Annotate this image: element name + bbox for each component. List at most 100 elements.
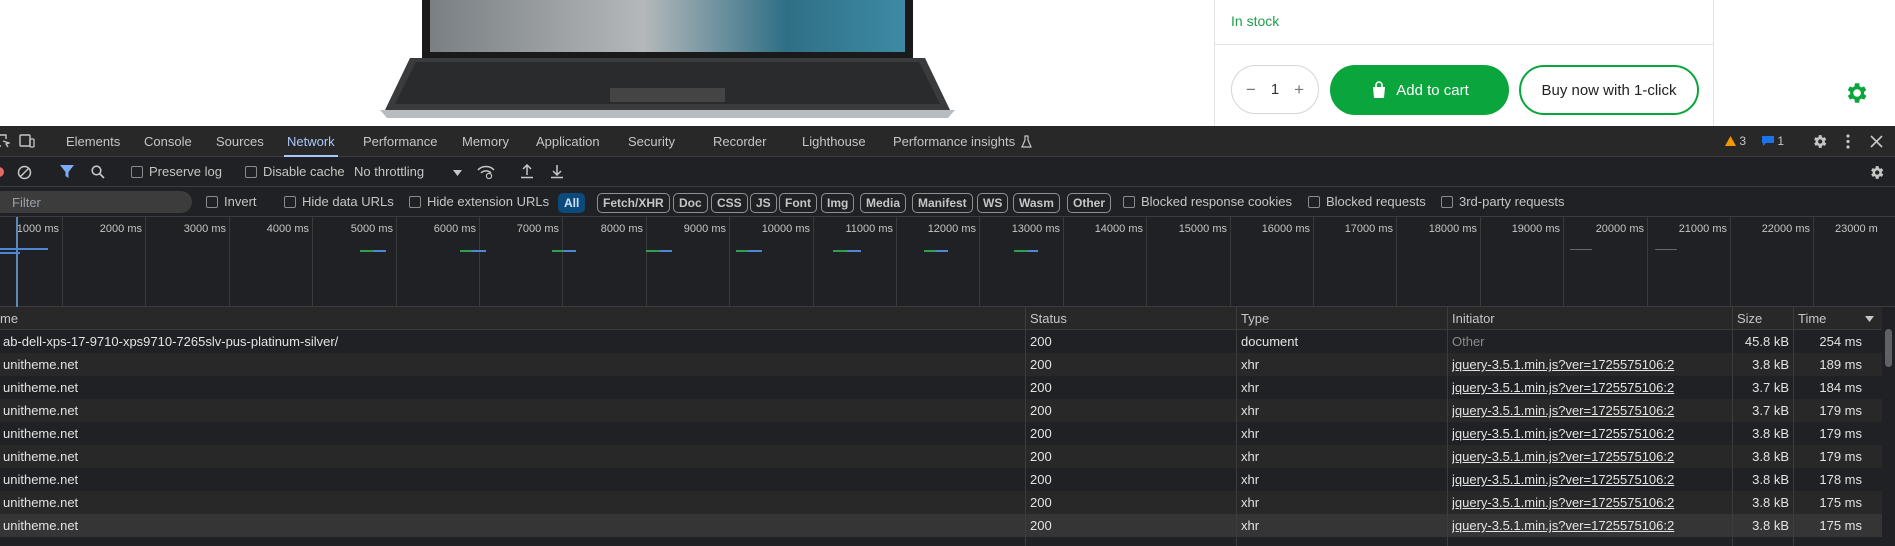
scrollbar-thumb[interactable] <box>1885 329 1892 367</box>
cell-size: 3.8 kB <box>1752 449 1789 464</box>
hide-data-urls-checkbox[interactable] <box>284 196 296 208</box>
table-row[interactable]: unitheme.net 200 xhr jquery-3.5.1.min.js?ve… <box>0 353 1895 376</box>
chip-js[interactable]: JS <box>750 193 777 213</box>
cell-initiator[interactable]: jquery-3.5.1.min.js?ver=1725575106:2 <box>1452 403 1727 418</box>
third-party-checkbox[interactable] <box>1441 196 1453 208</box>
inspect-element-icon[interactable] <box>0 134 10 148</box>
table-row[interactable]: unitheme.net 200 xhr jquery-3.5.1.min.js?ve… <box>0 399 1895 422</box>
cell-type: xhr <box>1241 357 1260 372</box>
gear-icon[interactable] <box>1843 80 1869 106</box>
device-toolbar-icon[interactable] <box>19 134 35 149</box>
cell-initiator[interactable]: jquery-3.5.1.min.js?ver=1725575106:2 <box>1452 449 1727 464</box>
chip-all[interactable]: All <box>558 193 586 213</box>
table-row[interactable]: unitheme.net 200 xhr jquery-3.5.1.min.js?ve… <box>0 376 1895 399</box>
col-status[interactable]: Status <box>1030 311 1067 326</box>
col-type[interactable]: Type <box>1241 311 1269 326</box>
network-overview[interactable]: 1000 ms 2000 ms 3000 ms 4000 ms 5000 ms 6000 … <box>0 217 1895 307</box>
settings-gear-icon[interactable] <box>1811 133 1828 150</box>
table-row[interactable]: unitheme.net 200 xhr jquery-3.5.1.min.js?ve… <box>0 422 1895 445</box>
cell-initiator[interactable]: jquery-3.5.1.min.js?ver=1725575106:2 <box>1452 472 1727 487</box>
cell-initiator[interactable]: jquery-3.5.1.min.js?ver=1725575106:2 <box>1452 357 1727 372</box>
table-scrollbar[interactable] <box>1882 307 1895 546</box>
col-name[interactable]: me <box>0 311 18 326</box>
tab-application[interactable]: Application <box>536 126 600 157</box>
col-time[interactable]: Time <box>1798 311 1826 326</box>
chip-doc[interactable]: Doc <box>673 193 708 213</box>
warnings-badge[interactable]: 3 <box>1725 134 1746 148</box>
tab-recorder[interactable]: Recorder <box>713 126 766 157</box>
filter-input[interactable] <box>0 191 192 213</box>
tab-performance[interactable]: Performance <box>363 126 437 157</box>
cell-type: xhr <box>1241 495 1260 510</box>
chip-ws[interactable]: WS <box>977 193 1009 213</box>
column-divider[interactable] <box>1447 307 1448 546</box>
import-har-icon[interactable] <box>520 164 534 179</box>
blocked-requests-checkbox[interactable] <box>1308 196 1320 208</box>
record-icon[interactable] <box>0 165 6 179</box>
tab-lighthouse[interactable]: Lighthouse <box>802 126 866 157</box>
chevron-down-icon[interactable] <box>453 170 462 176</box>
chip-css[interactable]: CSS <box>711 193 748 213</box>
cell-type: xhr <box>1241 380 1260 395</box>
column-divider[interactable] <box>1732 307 1733 546</box>
cell-type: xhr <box>1241 403 1260 418</box>
overview-bar <box>1655 249 1677 250</box>
table-row[interactable]: ab-dell-xps-17-9710-xps9710-7265slv-pus-… <box>0 330 1895 353</box>
col-initiator[interactable]: Initiator <box>1452 311 1495 326</box>
preserve-log-checkbox[interactable] <box>131 166 143 178</box>
chip-img[interactable]: Img <box>821 193 855 213</box>
column-divider[interactable] <box>1236 307 1237 546</box>
col-size[interactable]: Size <box>1737 311 1762 326</box>
export-har-icon[interactable] <box>550 164 564 179</box>
invert-label: Invert <box>224 194 257 209</box>
overview-bar <box>748 250 762 252</box>
network-conditions-icon[interactable] <box>477 165 495 179</box>
chip-media[interactable]: Media <box>860 193 907 213</box>
tab-sources[interactable]: Sources <box>216 126 264 157</box>
sort-descending-icon[interactable] <box>1865 316 1874 322</box>
cell-type: xhr <box>1241 472 1260 487</box>
chip-fetch-xhr[interactable]: Fetch/XHR <box>597 193 670 213</box>
cell-initiator[interactable]: jquery-3.5.1.min.js?ver=1725575106:2 <box>1452 380 1727 395</box>
overview-bar <box>736 250 748 252</box>
chip-manifest[interactable]: Manifest <box>912 193 973 213</box>
network-settings-gear-icon[interactable] <box>1868 164 1885 181</box>
qty-plus-button[interactable]: + <box>1294 80 1304 100</box>
tab-network[interactable]: Network <box>284 126 338 157</box>
table-row[interactable]: unitheme.net 200 xhr jquery-3.5.1.min.js?ve… <box>0 514 1895 537</box>
quantity-stepper[interactable]: − 1 + <box>1231 65 1319 114</box>
hide-extension-urls-checkbox[interactable] <box>409 196 421 208</box>
close-icon[interactable] <box>1870 135 1883 148</box>
invert-checkbox[interactable] <box>206 196 218 208</box>
tab-performance-insights[interactable]: Performance insights <box>893 126 1015 157</box>
buy-now-button[interactable]: Buy now with 1-click <box>1519 65 1699 115</box>
tab-elements[interactable]: Elements <box>66 126 120 157</box>
clear-icon[interactable] <box>17 165 32 180</box>
request-table-header: me Status Type Initiator Size Time <box>0 307 1895 330</box>
tab-security[interactable]: Security <box>628 126 675 157</box>
table-row[interactable]: unitheme.net 200 xhr jquery-3.5.1.min.js?ve… <box>0 491 1895 514</box>
add-to-cart-button[interactable]: Add to cart <box>1330 65 1509 115</box>
chip-wasm[interactable]: Wasm <box>1013 193 1060 213</box>
cell-name: unitheme.net <box>3 495 79 510</box>
more-options-icon[interactable] <box>1845 133 1851 150</box>
disable-cache-checkbox[interactable] <box>245 166 257 178</box>
column-divider[interactable] <box>1793 307 1794 546</box>
qty-minus-button[interactable]: − <box>1246 80 1256 100</box>
laptop-image <box>380 0 955 118</box>
table-row[interactable]: unitheme.net 200 xhr jquery-3.5.1.min.js?ve… <box>0 445 1895 468</box>
chip-font[interactable]: Font <box>779 193 817 213</box>
column-divider[interactable] <box>1025 307 1026 546</box>
search-icon[interactable] <box>91 165 105 179</box>
chip-other[interactable]: Other <box>1067 193 1112 213</box>
cell-initiator[interactable]: jquery-3.5.1.min.js?ver=1725575106:2 <box>1452 495 1727 510</box>
tab-memory[interactable]: Memory <box>462 126 509 157</box>
filter-icon[interactable] <box>60 165 74 179</box>
tab-console[interactable]: Console <box>144 126 192 157</box>
cell-initiator[interactable]: jquery-3.5.1.min.js?ver=1725575106:2 <box>1452 518 1727 533</box>
messages-badge[interactable]: 1 <box>1762 134 1784 148</box>
cell-initiator[interactable]: jquery-3.5.1.min.js?ver=1725575106:2 <box>1452 426 1727 441</box>
throttling-select[interactable]: No throttling <box>354 164 424 179</box>
blocked-response-cookies-checkbox[interactable] <box>1123 196 1135 208</box>
table-row[interactable]: unitheme.net 200 xhr jquery-3.5.1.min.js?ve… <box>0 468 1895 491</box>
